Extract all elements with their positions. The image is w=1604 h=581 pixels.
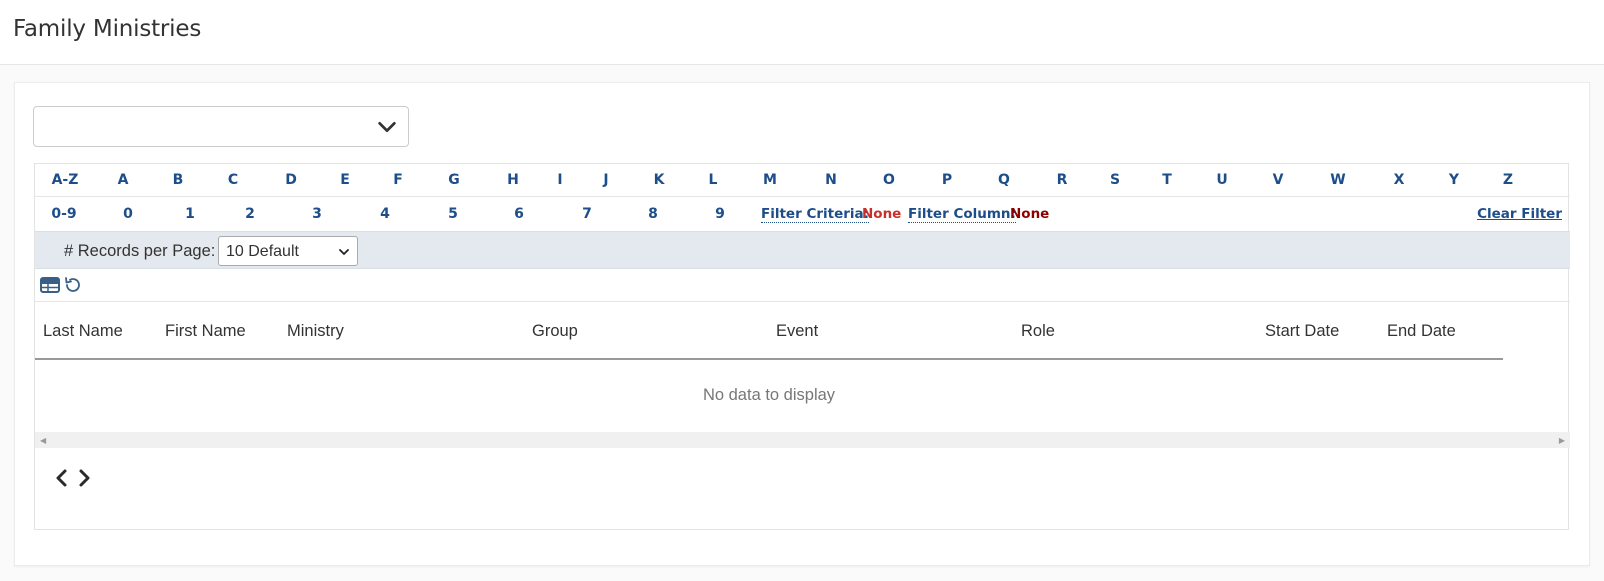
column-header-last-name[interactable]: Last Name <box>43 322 123 341</box>
ministry-select[interactable] <box>33 106 409 147</box>
alpha-filter-a[interactable]: A <box>118 172 129 188</box>
alpha-filter-z[interactable]: Z <box>1503 172 1513 188</box>
alpha-filter-a-z[interactable]: A-Z <box>52 172 79 188</box>
alpha-filter-e[interactable]: E <box>340 172 350 188</box>
chevron-down-icon <box>378 121 396 133</box>
alpha-filter-8[interactable]: 8 <box>648 206 658 222</box>
grid-container: A-Z A B C D E F G H I J K L M N O P Q R S T U V W X Y Z Filter Cri… <box>34 163 1570 530</box>
alpha-filter-c[interactable]: C <box>228 172 238 188</box>
alpha-filter-j[interactable]: J <box>603 172 608 188</box>
column-header-event[interactable]: Event <box>776 322 818 341</box>
alpha-filter-o[interactable]: O <box>883 172 895 188</box>
alpha-filter-l[interactable]: L <box>709 172 718 188</box>
records-per-page-select[interactable]: 10 Default <box>218 236 358 266</box>
records-per-page-value: 10 Default <box>226 243 299 260</box>
filter-criteria-value: None <box>862 206 902 222</box>
column-header-start-date[interactable]: Start Date <box>1265 322 1339 341</box>
filter-criteria-label: Filter Criteria: <box>761 206 870 223</box>
alpha-filter-7[interactable]: 7 <box>582 206 592 222</box>
alpha-filter-5[interactable]: 5 <box>448 206 458 222</box>
alpha-filter-9[interactable]: 9 <box>715 206 725 222</box>
alpha-filter-g[interactable]: G <box>448 172 460 188</box>
alpha-filter-h[interactable]: H <box>507 172 519 188</box>
alpha-filter-6[interactable]: 6 <box>514 206 524 222</box>
page-title: Family Ministries <box>13 16 202 42</box>
alpha-filter-b[interactable]: B <box>173 172 184 188</box>
column-header-end-date[interactable]: End Date <box>1387 322 1456 341</box>
alpha-filter-p[interactable]: P <box>942 172 952 188</box>
alpha-filter-row-letters: A-Z A B C D E F G H I J K L M N O P Q R S T U V W X Y Z <box>35 164 1570 197</box>
alpha-filter-3[interactable]: 3 <box>312 206 322 222</box>
alpha-filter-w[interactable]: W <box>1330 172 1345 188</box>
alpha-filter-0[interactable]: 0 <box>123 206 133 222</box>
alpha-filter-r[interactable]: R <box>1057 172 1068 188</box>
horizontal-scrollbar[interactable]: ◀ ▶ <box>35 432 1570 448</box>
alpha-filter-t[interactable]: T <box>1162 172 1172 188</box>
alpha-filter-row-digits: Filter Criteria: None Filter Column: Non… <box>35 198 1570 231</box>
alpha-filter-x[interactable]: X <box>1394 172 1405 188</box>
alpha-filter-d[interactable]: D <box>285 172 297 188</box>
alpha-filter-i[interactable]: I <box>557 172 562 188</box>
reset-icon[interactable] <box>63 276 83 294</box>
chevron-down-icon <box>339 249 349 255</box>
page-header: Family Ministries <box>0 0 1604 65</box>
records-per-page-label: # Records per Page: <box>64 242 216 260</box>
alpha-filter-0-9[interactable]: 0-9 <box>51 206 76 222</box>
table-layout-icon[interactable] <box>40 276 60 294</box>
alpha-filter-u[interactable]: U <box>1216 172 1227 188</box>
alpha-filter-s[interactable]: S <box>1110 172 1120 188</box>
alpha-filter-f[interactable]: F <box>393 172 403 188</box>
column-header-role[interactable]: Role <box>1021 322 1055 341</box>
alpha-filter-n[interactable]: N <box>825 172 837 188</box>
column-header-group[interactable]: Group <box>532 322 578 341</box>
alpha-filter-m[interactable]: M <box>763 172 777 188</box>
clear-filter-link[interactable]: Clear Filter <box>1477 206 1562 222</box>
records-per-page-bar: # Records per Page: 10 Default <box>35 231 1570 269</box>
empty-table-message: No data to display <box>35 360 1503 433</box>
alpha-filter-1[interactable]: 1 <box>185 206 195 222</box>
column-header-ministry[interactable]: Ministry <box>287 322 344 341</box>
alpha-filter-y[interactable]: Y <box>1449 172 1459 188</box>
column-header-first-name[interactable]: First Name <box>165 322 246 341</box>
alpha-filter-v[interactable]: V <box>1273 172 1284 188</box>
alpha-filter-4[interactable]: 4 <box>380 206 390 222</box>
grid-toolbar <box>35 269 1570 302</box>
alpha-filter-q[interactable]: Q <box>998 172 1010 188</box>
filter-column-label: Filter Column: <box>908 206 1016 223</box>
scroll-right-icon[interactable]: ▶ <box>1559 436 1565 445</box>
alpha-filter-k[interactable]: K <box>654 172 665 188</box>
scroll-left-icon[interactable]: ◀ <box>40 436 46 445</box>
no-data-text: No data to display <box>702 386 836 404</box>
pagination <box>53 466 113 492</box>
alpha-filter-2[interactable]: 2 <box>245 206 255 222</box>
table-header: Last Name First Name Ministry Group Even… <box>35 302 1503 360</box>
chevron-left-icon[interactable] <box>53 466 71 490</box>
chevron-right-icon[interactable] <box>75 466 93 490</box>
filter-column-value: None <box>1010 206 1050 222</box>
